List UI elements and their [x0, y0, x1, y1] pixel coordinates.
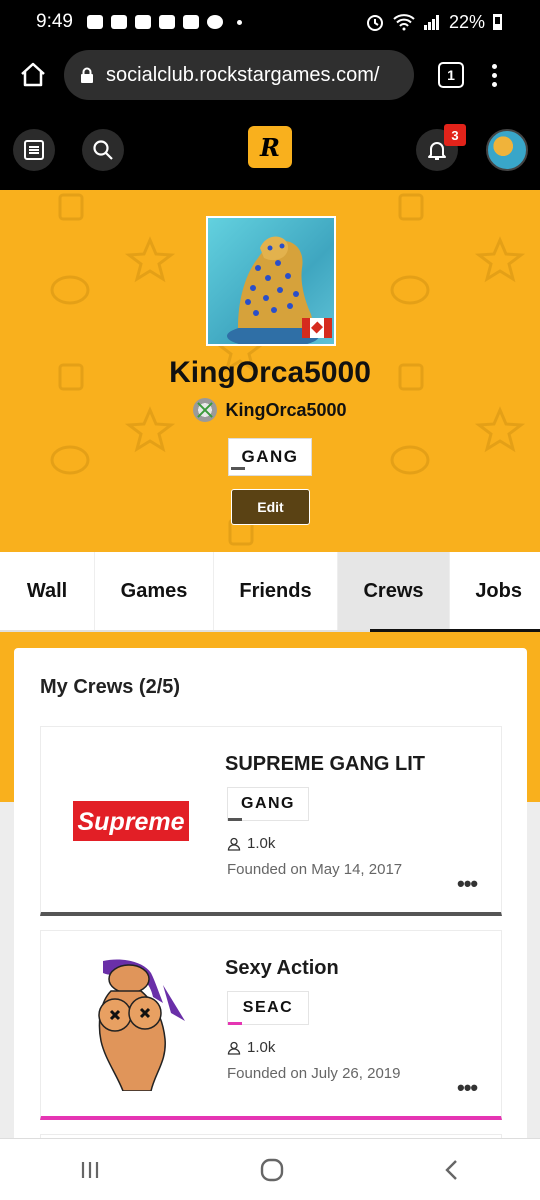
crew-name: Sexy Action [225, 957, 339, 979]
members-icon [227, 837, 241, 851]
message-icon [86, 15, 103, 29]
profile-tabs: Wall Games Friends Crews Jobs [0, 552, 540, 632]
back-icon[interactable] [442, 1158, 462, 1182]
xbox-icon [193, 398, 218, 422]
messenger-icon [206, 15, 223, 29]
canada-flag-icon [302, 318, 332, 338]
status-bar: 9:49 22% [0, 0, 540, 44]
app-header: R 3 [0, 106, 540, 190]
crew-emblem-art [98, 959, 185, 1092]
rockstar-logo[interactable]: R [248, 126, 292, 168]
browser-menu-button[interactable] [492, 63, 497, 87]
discord-icon [134, 15, 151, 29]
tab-crews[interactable]: Crews [338, 552, 450, 630]
home-button[interactable] [16, 58, 50, 92]
crew-card[interactable]: Sexy Action SEAC 1.0k Founded on July 26… [40, 930, 502, 1120]
crew-tag: SEAC [227, 991, 309, 1025]
discord-icon [158, 15, 175, 29]
signal-icon [423, 15, 439, 30]
notification-badge: 3 [444, 124, 466, 146]
battery-percent: 22% [448, 11, 485, 32]
crew-founded-date: Founded on July 26, 2019 [227, 1065, 401, 1082]
crew-more-options-button[interactable]: ••• [457, 1075, 478, 1101]
crew-emblem [63, 955, 199, 1092]
crew-members: 1.0k [227, 1039, 275, 1056]
system-nav-bar [0, 1138, 540, 1200]
platform-username: KingOrca5000 [225, 399, 347, 420]
profile-username: KingOrca5000 [169, 356, 371, 389]
crew-founded-date: Founded on May 14, 2017 [227, 861, 403, 878]
search-icon [93, 140, 113, 160]
alarm-icon [366, 15, 383, 31]
crew-tag-badge[interactable]: GANG [228, 438, 312, 476]
crew-tag-text: SEAC [242, 999, 294, 1016]
crew-color-bar [231, 467, 245, 470]
platform-row: KingOrca5000 [0, 398, 540, 422]
supreme-logo: Supreme [73, 801, 189, 841]
rockstar-logo-text: R [260, 132, 280, 162]
tab-games[interactable]: Games [95, 552, 214, 630]
crew-tag-text: GANG [241, 447, 299, 466]
home-nav-icon[interactable] [259, 1157, 285, 1183]
status-time: 9:49 [36, 11, 73, 32]
lock-icon [81, 67, 93, 83]
crew-tag: GANG [227, 787, 309, 821]
crews-section-title: My Crews (2/5) [40, 676, 181, 698]
crew-color-bar [228, 1022, 242, 1025]
crew-members: 1.0k [227, 835, 275, 852]
crew-emblem: Supreme [63, 753, 199, 889]
tab-wall[interactable]: Wall [0, 552, 95, 630]
crew-tag-text: GANG [241, 795, 295, 812]
profile-picture[interactable] [206, 216, 336, 346]
discord-icon [182, 15, 199, 29]
tab-jobs[interactable]: Jobs [450, 552, 540, 630]
members-icon [227, 1041, 241, 1055]
address-bar[interactable]: socialclub.rockstargames.com/ [64, 50, 414, 100]
discord-icon [110, 15, 127, 29]
browser-toolbar: socialclub.rockstargames.com/ 1 [0, 44, 540, 106]
crews-card: My Crews (2/5) Supreme SUPREME GANG LIT … [14, 648, 527, 1200]
crew-color-bar [228, 818, 242, 821]
recent-apps-icon[interactable] [78, 1159, 102, 1181]
search-button[interactable] [82, 129, 124, 171]
profile-banner: KingOrca5000 KingOrca5000 GANG Edit [0, 190, 540, 552]
menu-button[interactable] [13, 129, 55, 171]
home-icon [21, 62, 45, 87]
notification-icons [86, 15, 242, 29]
more-notifications-dot [236, 19, 242, 25]
crew-card[interactable]: Supreme SUPREME GANG LIT GANG 1.0k Found… [40, 726, 502, 916]
crew-name: SUPREME GANG LIT [225, 753, 426, 775]
crew-member-count: 1.0k [247, 1039, 276, 1056]
list-menu-icon [24, 140, 44, 160]
crew-member-count: 1.0k [247, 835, 276, 852]
tab-switcher-button[interactable]: 1 [438, 62, 464, 88]
edit-profile-button[interactable]: Edit [231, 489, 310, 525]
crew-more-options-button[interactable]: ••• [457, 871, 478, 897]
status-right: 22% [365, 12, 502, 33]
crew-logo-text: Supreme [78, 808, 185, 836]
url-text: socialclub.rockstargames.com/ [106, 63, 380, 86]
user-avatar[interactable] [486, 129, 528, 171]
wifi-icon [393, 14, 415, 31]
battery-icon [493, 14, 502, 30]
tab-friends[interactable]: Friends [214, 552, 338, 630]
